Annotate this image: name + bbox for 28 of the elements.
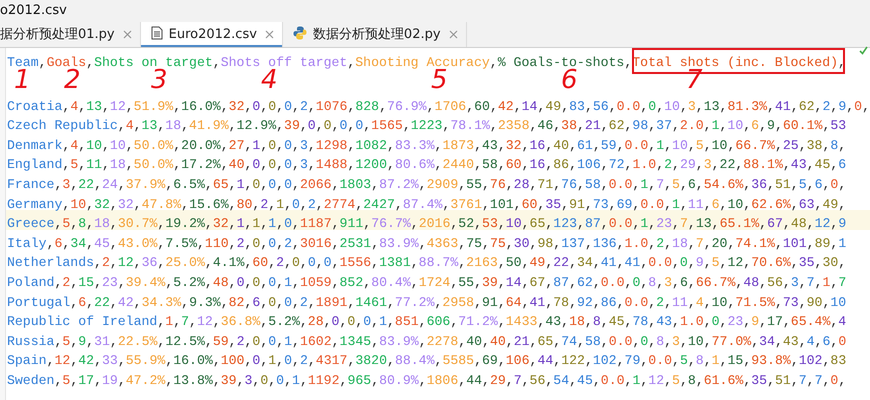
csv-line: Portugal,6,22,42,34.3%,9.3%,82,6,0,0,2,1891,1461,77.2%,2958,91,64,41,78,92,86,0.0,2,11,4,10,71.5%,73,90,10 bbox=[6, 294, 846, 312]
csv-line: Team,Goals,Shots on target,Shots off target,Shooting Accuracy,% Goals-to-shots,Total shots (inc. Blocked), bbox=[6, 54, 846, 70]
handwritten-number: 5 bbox=[430, 70, 448, 90]
csv-line: Republic of Ireland,1,7,12,36.8%,5.2%,28,0,0,0,1,851,606,71.2%,1433,43,18,8,45,78,43,1.0,0,23,9,17,65.4%,4 bbox=[6, 313, 846, 332]
csv-line: Spain,12,42,33,55.9%,16.0%,100,0,1,0,2,4317,3820,88.4%,5585,69,106,44,122,102,79,0.0,5,8,1,15,93.8%,102,83 bbox=[6, 352, 846, 370]
csv-line: Sweden,5,17,19,47.2%,13.8%,39,3,0,0,1,1192,965,80.9%,1806,44,29,7,56,54,45,0.0,1,12,5,8,61.6%,35,51,7,7,0, bbox=[6, 372, 846, 390]
file-breadcrumb: o2012.csv bbox=[0, 0, 870, 22]
python-icon bbox=[292, 26, 307, 40]
csv-line: France,3,22,24,37.9%,6.5%,65,1,0,0,0,2066,1803,87.2%,2909,55,76,28,71,76,58,0.0,1,7,5,6,54.6%,36,51,5,6,0, bbox=[6, 176, 846, 194]
handwritten-number: 6 bbox=[560, 70, 578, 90]
csv-line: England,5,11,18,50.0%,17.2%,40,0,0,0,3,1488,1200,80.6%,2440,58,60,16,86,106,72,1.0,2,29,3,22,88.1%,43,45,6 bbox=[6, 156, 846, 174]
editor-tab[interactable]: 数据分析预处理02.py bbox=[282, 22, 467, 47]
csv-line: Germany,10,32,32,47.8%,15.6%,80,2,1,0,2,2774,2427,87.4%,3761,101,60,35,91,73,69,0.0,1,11,6,10,62.6%,63,49, bbox=[6, 196, 846, 214]
handwritten-number: 3 bbox=[150, 70, 168, 90]
csv-line: Netherlands,2,12,36,25.0%,4.1%,60,2,0,0,0,1556,1381,88.7%,2163,50,49,22,34,41,41,0.0,0,9,5,12,70.6%,35,30, bbox=[6, 254, 846, 272]
handwritten-number: 4 bbox=[260, 70, 278, 90]
handwritten-number: 2 bbox=[64, 70, 81, 90]
file-icon bbox=[150, 26, 163, 40]
csv-line: Greece,5,8,18,30.7%,19.2%,32,1,1,1,0,1187,911,76.7%,2016,52,53,10,65,123,87,0.0,1,23,7,13,65.1%,67,48,12,9 bbox=[6, 215, 846, 234]
csv-line: Czech Republic,4,13,18,41.9%,12.9%,39,0,0,0,0,1565,1223,78.1%,2358,46,38,21,62,98,37,2.0,1,10,6,9,60.1%,53 bbox=[6, 117, 846, 136]
csv-line: Denmark,4,10,10,50.0%,20.0%,27,1,0,0,3,1298,1082,83.3%,1873,43,32,16,40,61,59,0.0,1,10,5,10,66.7%,25,38,8, bbox=[6, 136, 846, 155]
csv-line: Croatia,4,13,12,51.9%,16.0%,32,0,0,0,2,1076,828,76.9%,1706,60,42,14,49,83,56,0.0,0,10,3,13,81.3%,41,62,2,9,0, bbox=[6, 98, 870, 116]
check-icon bbox=[859, 46, 868, 55]
csv-line: Poland,2,15,23,39.4%,5.2%,48,0,0,0,1,1059,852,80.4%,1724,55,39,14,67,87,62,0.0,0,8,3,6,66.7%,48,56,3,7,1,7 bbox=[6, 274, 846, 292]
handwritten-number: 1 bbox=[14, 70, 31, 90]
csv-line: Italy,6,34,45,43.0%,7.5%,110,2,0,0,2,3016,2531,83.9%,4363,75,75,30,98,137,136,1.0,2,18,7,20,74.1%,101,89,1 bbox=[6, 234, 846, 253]
csv-line: Russia,5,9,31,22.5%,12.5%,59,2,0,0,1,1602,1345,83.9%,2278,40,40,21,65,74,58,0.0,0,8,3,10,77.0%,34,43,4,6,0 bbox=[6, 332, 846, 351]
editor-tab[interactable]: Euro2012.csv bbox=[140, 22, 283, 47]
